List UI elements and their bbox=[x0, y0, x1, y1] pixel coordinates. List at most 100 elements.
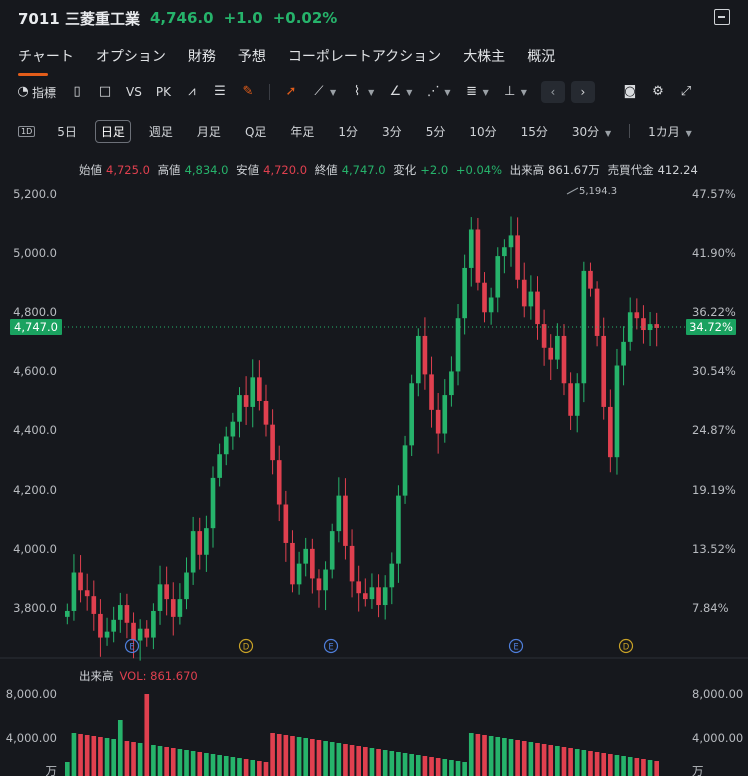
pct-axis-tick: 24.87% bbox=[692, 423, 736, 437]
last-price-text: 4,747.0 bbox=[14, 320, 58, 334]
candle-body bbox=[409, 383, 414, 446]
volume-bar bbox=[449, 760, 454, 776]
pct-axis-tick: 30.54% bbox=[692, 364, 736, 378]
volume-bar bbox=[237, 758, 242, 776]
candle-body bbox=[621, 341, 626, 366]
volume-bar bbox=[614, 755, 620, 776]
volume-bar bbox=[356, 746, 362, 776]
volume-bar bbox=[508, 739, 514, 776]
candle-body bbox=[329, 531, 335, 570]
volume-bar bbox=[151, 745, 156, 776]
candle-body bbox=[369, 587, 375, 600]
volume-bar bbox=[144, 694, 150, 776]
candle-body bbox=[157, 584, 163, 611]
candle-body bbox=[568, 383, 573, 416]
volume-bar bbox=[210, 754, 216, 776]
candle-body bbox=[561, 335, 567, 384]
volume-bar bbox=[84, 735, 90, 776]
candle-body bbox=[429, 374, 434, 410]
volume-axis-tick-right: 8,000.00 bbox=[692, 687, 743, 701]
volume-bar bbox=[601, 753, 607, 776]
event-marker-label: E bbox=[129, 643, 134, 653]
volume-bar bbox=[409, 754, 414, 776]
volume-title: 出来高 bbox=[79, 669, 114, 683]
volume-bar bbox=[621, 756, 626, 776]
candle-body bbox=[581, 270, 587, 384]
volume-bar bbox=[561, 747, 567, 776]
candle-body bbox=[356, 581, 362, 594]
candle-body bbox=[601, 335, 607, 407]
volume-bar bbox=[64, 762, 70, 776]
volume-axis-tick: 4,000.00 bbox=[6, 731, 57, 745]
volume-bar bbox=[296, 737, 302, 776]
candle-body bbox=[349, 545, 355, 582]
volume-bar bbox=[647, 760, 653, 776]
candle-body bbox=[495, 256, 501, 298]
candle-body bbox=[250, 377, 256, 407]
candle-body bbox=[98, 613, 103, 638]
volume-bar bbox=[290, 736, 295, 776]
candle-body bbox=[117, 605, 123, 620]
volume-unit: 万 bbox=[46, 764, 58, 776]
volume-bar bbox=[117, 720, 123, 776]
volume-bar bbox=[124, 741, 130, 776]
volume-bar bbox=[541, 744, 547, 776]
pct-axis-tick: 7.84% bbox=[692, 601, 729, 615]
candle-body bbox=[124, 605, 130, 623]
volume-bar bbox=[323, 741, 328, 776]
volume-bar bbox=[488, 736, 494, 776]
price-axis-tick: 5,000.0 bbox=[13, 246, 57, 260]
candle-body bbox=[144, 628, 150, 638]
volume-bar bbox=[396, 752, 401, 776]
candle-body bbox=[548, 347, 554, 360]
volume-bar bbox=[310, 739, 315, 776]
volume-bar bbox=[263, 762, 269, 776]
candle-body bbox=[343, 495, 348, 546]
candle-body bbox=[323, 569, 328, 591]
volume-bar bbox=[204, 753, 209, 776]
volume-bar bbox=[468, 733, 474, 776]
volume-bar bbox=[111, 739, 116, 776]
volume-bar bbox=[495, 737, 501, 776]
candle-body bbox=[475, 229, 481, 283]
high-marker-line bbox=[566, 187, 579, 195]
pct-axis-tick: 19.19% bbox=[692, 483, 736, 497]
candle-body bbox=[555, 335, 560, 360]
candle-body bbox=[376, 587, 381, 606]
high-marker-text: 5,194.3 bbox=[579, 186, 617, 197]
candle-body bbox=[84, 590, 90, 597]
candle-body bbox=[396, 495, 401, 564]
price-chart[interactable]: 5,200.0 47.57% 5,000.0 41.90% 4,800.0 36.22% 4… bbox=[0, 0, 748, 776]
candle-body bbox=[415, 335, 421, 384]
candle-body bbox=[362, 593, 368, 600]
candle-body bbox=[535, 291, 540, 325]
candle-body bbox=[449, 371, 454, 396]
event-marker-label: D bbox=[243, 643, 250, 653]
candle-body bbox=[508, 235, 514, 248]
volume-bar bbox=[588, 751, 593, 776]
volume-bar bbox=[170, 748, 176, 776]
volume-bar bbox=[641, 759, 646, 776]
volume-bar bbox=[270, 733, 275, 776]
volume-bar bbox=[389, 751, 395, 776]
candle-body bbox=[515, 235, 520, 280]
candle-body bbox=[230, 421, 236, 437]
candle-body bbox=[482, 282, 487, 313]
candle-body bbox=[574, 383, 580, 416]
candle-body bbox=[276, 460, 282, 505]
price-axis-tick: 4,200.0 bbox=[13, 483, 57, 497]
volume-bar bbox=[462, 762, 467, 776]
candle-body bbox=[316, 578, 322, 591]
candle-body bbox=[528, 291, 534, 307]
candle-body bbox=[422, 335, 428, 375]
volume-axis-tick: 8,000.00 bbox=[6, 687, 57, 701]
candle-body bbox=[223, 436, 229, 455]
event-marker-label: E bbox=[513, 643, 518, 653]
volume-bar bbox=[343, 744, 348, 776]
candle-body bbox=[462, 267, 467, 319]
candle-body bbox=[634, 312, 640, 319]
price-axis-tick: 3,800.0 bbox=[13, 601, 57, 615]
candle-body bbox=[237, 395, 242, 422]
candle-body bbox=[257, 377, 262, 401]
candle-body bbox=[455, 318, 461, 372]
